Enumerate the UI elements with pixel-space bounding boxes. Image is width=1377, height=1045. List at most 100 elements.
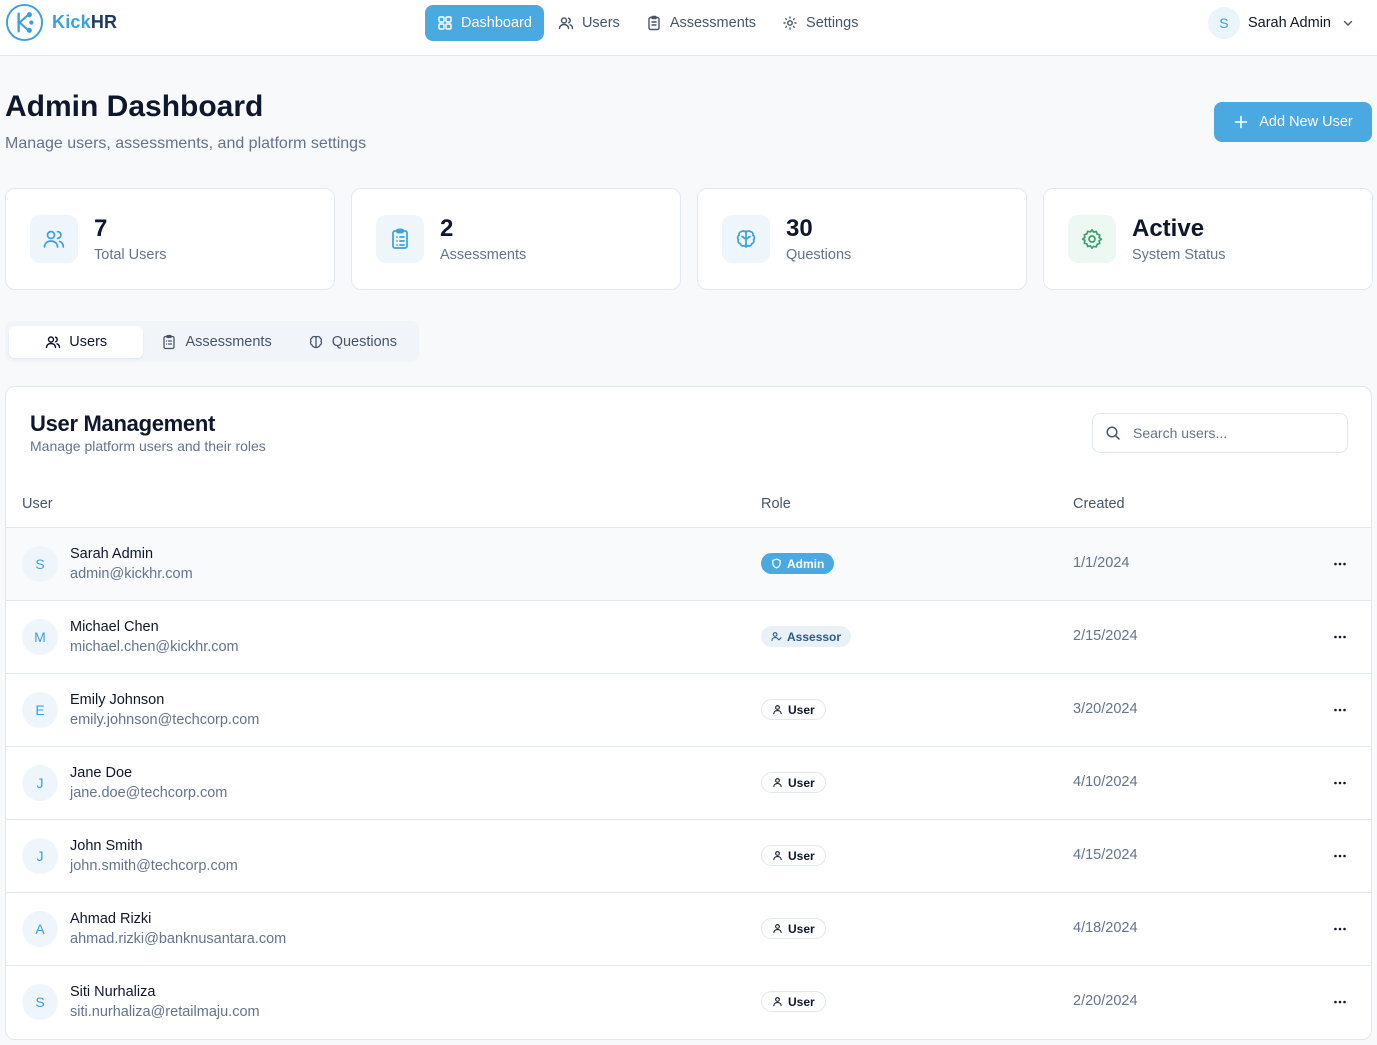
user-name: Ahmad Rizki: [70, 911, 152, 927]
user-email: emily.johnson@techcorp.com: [70, 712, 260, 728]
brain-icon: [736, 230, 756, 248]
more-horizontal-icon: [1334, 708, 1346, 712]
role-badge: User: [761, 918, 826, 939]
users-icon: [558, 17, 574, 30]
avatar: E: [22, 692, 58, 728]
gear-icon: [1081, 228, 1103, 250]
table-row[interactable]: E Emily Johnson emily.johnson@techcorp.c…: [6, 674, 1371, 747]
more-horizontal-icon: [1334, 781, 1346, 785]
avatar: M: [22, 619, 58, 655]
stat-card-assessments: 2 Assessments: [351, 188, 681, 290]
user-email: john.smith@techcorp.com: [70, 858, 238, 874]
plus-icon: [1234, 115, 1248, 129]
role-label: User: [788, 775, 815, 790]
nav-item-users[interactable]: Users: [546, 5, 632, 41]
stat-icon-box: [376, 215, 424, 263]
role-badge: User: [761, 845, 826, 866]
main-nav: Dashboard Users Assessments Settings: [425, 5, 872, 41]
role-badge: User: [761, 991, 826, 1012]
avatar: S: [22, 546, 58, 582]
role-badge: Assessor: [761, 626, 852, 647]
users-icon: [43, 230, 65, 248]
role-label: Admin: [787, 556, 825, 571]
search-input[interactable]: [1133, 425, 1333, 441]
panel-subtitle: Manage platform users and their roles: [30, 438, 266, 454]
table-row[interactable]: J Jane Doe jane.doe@techcorp.com User 4/…: [6, 747, 1371, 820]
page-title: Admin Dashboard: [5, 90, 264, 123]
created-date: 2/15/2024: [1073, 628, 1138, 644]
nav-item-label: Dashboard: [461, 15, 532, 31]
shield-icon: [772, 558, 781, 569]
user-name: Michael Chen: [70, 619, 159, 635]
role-label: Assessor: [787, 629, 842, 644]
brand-name: KickHR: [52, 12, 118, 32]
role-badge: User: [761, 772, 826, 793]
role-label: User: [788, 921, 815, 936]
avatar: A: [22, 911, 58, 947]
stat-icon-box: [1068, 215, 1116, 263]
more-actions-button[interactable]: [1328, 552, 1352, 576]
user-icon: [773, 924, 782, 934]
more-horizontal-icon: [1334, 1000, 1346, 1004]
more-actions-button[interactable]: [1328, 771, 1352, 795]
search-box: [1092, 413, 1348, 453]
more-actions-button[interactable]: [1328, 698, 1352, 722]
tab-questions[interactable]: Questions: [290, 326, 415, 358]
nav-item-settings[interactable]: Settings: [770, 5, 870, 41]
stat-value: 7: [94, 215, 108, 242]
top-navbar: KickHR Dashboard Users Assessments Setti…: [0, 0, 1377, 56]
chevron-down-icon: [1343, 20, 1353, 26]
user-name: Sarah Admin: [70, 546, 154, 562]
table-row[interactable]: J John Smith john.smith@techcorp.com Use…: [6, 820, 1371, 893]
nav-item-assessments[interactable]: Assessments: [634, 5, 768, 41]
user-name: Jane Doe: [70, 765, 133, 781]
table-row[interactable]: M Michael Chen michael.chen@kickhr.com A…: [6, 601, 1371, 674]
created-date: 3/20/2024: [1073, 701, 1138, 717]
search-icon: [1106, 426, 1120, 440]
nav-item-dashboard[interactable]: Dashboard: [425, 5, 544, 41]
nav-item-label: Users: [581, 15, 620, 31]
table-row[interactable]: A Ahmad Rizki ahmad.rizki@banknusantara.…: [6, 893, 1371, 966]
user-name: John Smith: [70, 838, 143, 854]
column-header-role[interactable]: Role: [761, 496, 791, 512]
created-date: 4/18/2024: [1073, 920, 1138, 936]
user-menu[interactable]: S Sarah Admin: [1207, 7, 1355, 39]
column-header-created[interactable]: Created: [1073, 496, 1125, 512]
avatar: J: [22, 765, 58, 801]
stat-card-system-status: Active System Status: [1043, 188, 1373, 290]
more-horizontal-icon: [1334, 562, 1346, 566]
more-actions-button[interactable]: [1328, 625, 1352, 649]
role-badge: User: [761, 699, 826, 720]
add-new-user-button[interactable]: Add New User: [1214, 102, 1372, 142]
user-email: jane.doe@techcorp.com: [70, 785, 228, 801]
table-row[interactable]: S Sarah Admin admin@kickhr.com Admin 1/1…: [6, 528, 1371, 601]
table-row[interactable]: S Siti Nurhaliza siti.nurhaliza@retailma…: [6, 966, 1371, 1039]
tab-users[interactable]: Users: [9, 325, 144, 358]
add-new-user-label: Add New User: [1259, 114, 1353, 130]
role-label: User: [788, 702, 815, 717]
user-table-body: S Sarah Admin admin@kickhr.com Admin 1/1…: [6, 528, 1371, 1039]
user-icon: [773, 778, 782, 788]
avatar: J: [22, 838, 58, 874]
tab-label: Users: [69, 333, 108, 350]
more-actions-button[interactable]: [1328, 990, 1352, 1014]
avatar: S: [1207, 7, 1240, 39]
grid-icon: [438, 16, 452, 30]
created-date: 4/10/2024: [1073, 774, 1138, 790]
stat-value: 30: [786, 215, 813, 242]
brand-logo[interactable]: KickHR: [5, 3, 117, 42]
tab-assessments[interactable]: Assessments: [143, 326, 289, 358]
tab-label: Assessments: [185, 333, 272, 350]
stat-label: Assessments: [440, 247, 527, 263]
clipboard-icon: [648, 15, 660, 31]
role-label: User: [788, 994, 815, 1009]
more-actions-button[interactable]: [1328, 917, 1352, 941]
stat-card-questions: 30 Questions: [697, 188, 1027, 290]
users-icon: [46, 335, 61, 348]
user-check-icon: [771, 632, 782, 642]
nav-item-label: Settings: [806, 15, 859, 31]
more-actions-button[interactable]: [1328, 844, 1352, 868]
column-header-user[interactable]: User: [22, 496, 53, 512]
user-email: siti.nurhaliza@retailmaju.com: [70, 1004, 260, 1020]
tab-label: Questions: [331, 333, 397, 350]
